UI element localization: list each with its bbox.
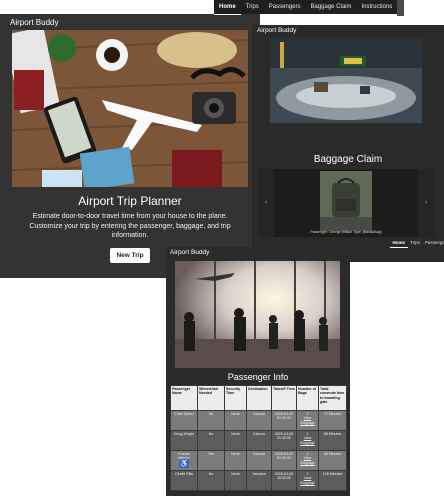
destination-cell: Cancun (246, 430, 272, 451)
new-trip-button[interactable]: New Trip (110, 248, 150, 263)
brand-logo[interactable]: Airport Buddy (257, 27, 296, 34)
column-header: Total commute time to boarding gate (318, 385, 347, 411)
destination-cell: Jamaica (246, 470, 272, 491)
passenger-name: Francis Mitchel ♿ (170, 450, 198, 471)
takeoff-cell: 2025-04-25 01:30:00 (271, 410, 297, 431)
chevron-left-icon[interactable]: ‹ (258, 169, 274, 237)
nav-home[interactable]: Home (214, 0, 241, 15)
bags-cell: 1 View Baggage (296, 430, 319, 451)
destination-cell: Cancun (246, 450, 272, 471)
total-time-cell: 72 Minutes (318, 410, 347, 431)
table-row: Cindie Ellis No None Jamaica 2025-04-09 … (170, 470, 347, 491)
security-cell: None (224, 470, 247, 491)
baggage-claim-photo (270, 38, 422, 123)
nav-trips[interactable]: Trips (241, 0, 264, 14)
nav-baggage-claim[interactable]: Baggage Claim (305, 0, 356, 14)
table-row: Doug Wright No None Cancun 2025-04-09 01… (170, 430, 347, 451)
table-header: Passenger Name Wheelchair Needed Securit… (170, 385, 347, 411)
passengers-panel: Airport Buddy Passenger Info Passenger N… (166, 247, 350, 496)
secondary-nav: Home Trips Passengers (390, 238, 444, 248)
bags-cell: 3 View Baggage (296, 470, 319, 491)
bags-cell: 1 View Baggage (296, 410, 319, 431)
takeoff-cell: 2025-04-24 01:30:00 (271, 450, 297, 471)
passenger-name: Doug Wright (170, 430, 198, 451)
subnav-passengers[interactable]: Passengers (422, 238, 444, 248)
column-header: Security Time (224, 385, 247, 411)
passenger-name: Cindie Ellis (170, 470, 198, 491)
wheelchair-cell: No (197, 410, 225, 431)
baggage-title: Baggage Claim (313, 154, 383, 165)
table-row: Francis Mitchel ♿ Yes None Cancun 2025-04… (170, 450, 347, 471)
subnav-trips[interactable]: Trips (408, 238, 423, 248)
brand-logo[interactable]: Airport Buddy (170, 249, 209, 256)
table-row: Chad Spiker No None Cancun 2025-04-25 01… (170, 410, 347, 431)
bag-caption: Passenger: George Wilson Type: (Backs/Ba… (310, 230, 382, 234)
top-navbar: Home Trips Passengers Baggage Claim Inst… (214, 0, 404, 15)
passenger-info-title: Passenger Info (227, 372, 289, 382)
wheelchair-cell: Yes (197, 450, 225, 471)
hero-image (12, 30, 248, 187)
destination-cell: Cancun (246, 410, 272, 431)
bag-photo (320, 171, 372, 231)
baggage-carousel: ‹ Passenger: George Wilson Type: (Backs/… (258, 169, 434, 237)
security-cell: None (224, 410, 247, 431)
total-time-cell: 108 Minutes (318, 470, 347, 491)
brand-logo[interactable]: Airport Buddy (10, 18, 58, 27)
takeoff-cell: 2025-04-09 01:30:00 (271, 430, 297, 451)
bag-count: 1 (306, 412, 309, 416)
scrollbar[interactable] (397, 0, 404, 16)
baggage-panel: Airport Buddy Baggage Claim ‹ Passenger:… (252, 25, 444, 262)
bag-count: 3 (306, 472, 309, 476)
page-description: Estimate door-to-door travel time from y… (29, 213, 231, 239)
nav-passengers[interactable]: Passengers (264, 0, 306, 14)
total-time-cell: 68 Minutes (318, 450, 347, 471)
bags-cell: 1 View Baggage (296, 450, 319, 471)
column-header: Takeoff Time (271, 385, 297, 411)
view-baggage-link[interactable]: View Baggage (300, 416, 314, 424)
passenger-table: Passenger Name Wheelchair Needed Securit… (170, 385, 347, 491)
bag-count: 1 (306, 452, 309, 456)
security-cell: None (224, 430, 247, 451)
airport-terminal-photo (175, 261, 340, 368)
view-baggage-link[interactable]: View Baggage (300, 436, 314, 444)
passenger-name: Chad Spiker (170, 410, 198, 431)
view-baggage-link[interactable]: View Baggage (300, 456, 314, 464)
page-title: Airport Trip Planner (78, 194, 182, 208)
total-time-cell: 68 Minutes (318, 430, 347, 451)
takeoff-cell: 2025-04-09 16:30:00 (271, 470, 297, 491)
wheelchair-cell: No (197, 430, 225, 451)
chevron-right-icon[interactable]: › (418, 169, 434, 237)
wheelchair-cell: No (197, 470, 225, 491)
security-cell: None (224, 450, 247, 471)
subnav-home[interactable]: Home (390, 238, 408, 248)
view-baggage-link[interactable]: View Baggage (300, 476, 314, 484)
nav-instructions[interactable]: Instructions (357, 0, 398, 14)
wheelchair-icon: ♿ (179, 458, 189, 468)
column-header: Number of Bags (296, 385, 319, 411)
column-header: Wheelchair Needed (197, 385, 225, 411)
home-panel: Airport Buddy Airport Trip Planner Estim… (0, 14, 260, 278)
bag-count: 1 (306, 432, 309, 436)
column-header: Passenger Name (170, 385, 198, 411)
column-header: Destination (246, 385, 272, 411)
